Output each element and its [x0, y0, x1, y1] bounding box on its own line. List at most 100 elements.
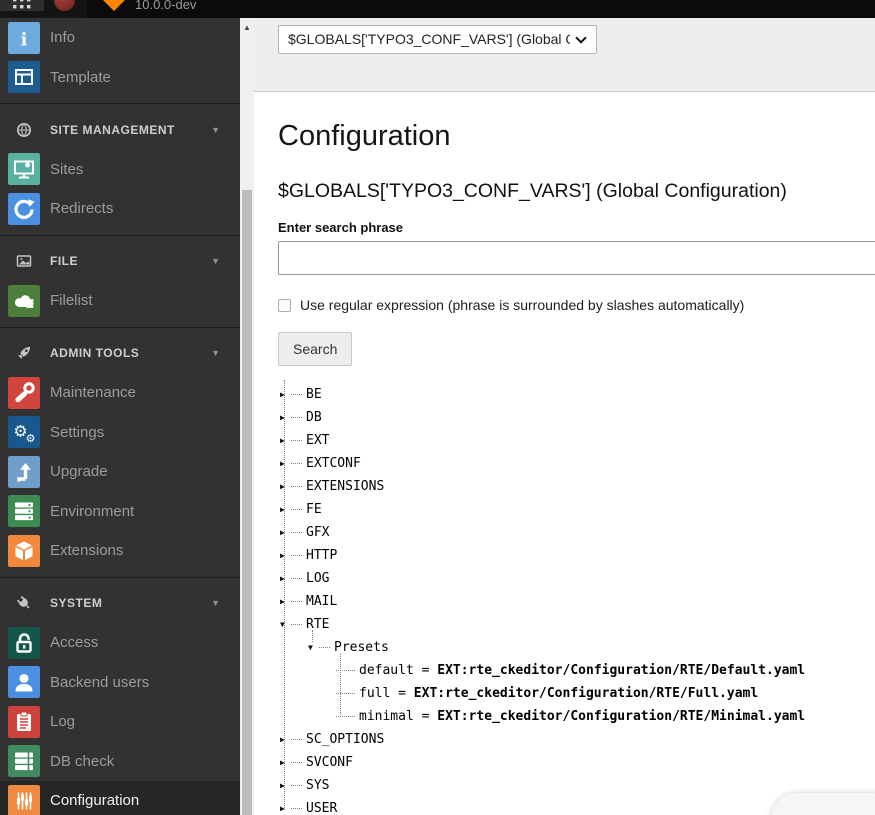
sliders-icon — [8, 785, 40, 815]
tree-node-label: LOG — [306, 571, 329, 586]
configuration-section-dropdown[interactable]: $GLOBALS['TYPO3_CONF_VARS'] (Global Conf… — [278, 25, 597, 54]
section-caret-icon[interactable]: ▼ — [211, 125, 220, 135]
plug-icon — [16, 595, 32, 611]
scrollbar-thumb[interactable] — [242, 190, 252, 815]
search-phrase-label: Enter search phrase — [278, 220, 875, 235]
tree-node-label: MAIL — [306, 594, 337, 609]
floating-button[interactable] — [771, 793, 875, 815]
regex-checkbox[interactable] — [278, 299, 291, 312]
sidebar-item-label: Info — [50, 29, 75, 46]
image-icon — [16, 253, 32, 269]
sidebar-item-info[interactable]: i Info — [0, 18, 240, 58]
tree-node-minimal: minimal = EXT:rte_ckeditor/Configuration… — [278, 705, 875, 728]
tree-expand-icon[interactable]: ▶ — [280, 482, 291, 491]
sidebar-item-filelist[interactable]: Filelist — [0, 281, 240, 321]
tree-expand-icon[interactable]: ▶ — [280, 574, 291, 583]
tree-node-gfx: ▶GFX — [278, 521, 875, 544]
tree-expand-icon[interactable]: ▶ — [280, 551, 291, 560]
tree-node-label: FE — [306, 502, 322, 517]
sidebar-item-label: Redirects — [50, 200, 113, 217]
tree-expand-icon[interactable]: ▶ — [280, 528, 291, 537]
tree-node-label: USER — [306, 801, 337, 815]
tree-line — [312, 630, 313, 642]
configuration-tree: ▶BE▶DB▶EXT▶EXTCONF▶EXTENSIONS▶FE▶GFX▶HTT… — [278, 383, 875, 815]
sidebar-item-settings[interactable]: ⚙⚙Settings — [0, 413, 240, 453]
dropdown-value: $GLOBALS['TYPO3_CONF_VARS'] (Global Conf… — [288, 26, 570, 53]
sidebar-section-file[interactable]: FILE▼ — [0, 242, 240, 282]
cube-icon — [8, 535, 40, 567]
sidebar-group: i Info Template — [0, 18, 240, 97]
tree-connector — [291, 728, 302, 740]
gears-icon: ⚙⚙ — [8, 416, 40, 448]
tree-expand-icon[interactable]: ▶ — [280, 459, 291, 468]
sidebar-item-label: Template — [50, 69, 111, 86]
sidebar-item-extensions[interactable]: Extensions — [0, 531, 240, 571]
sidebar-item-template[interactable]: Template — [0, 58, 240, 98]
search-button[interactable]: Search — [278, 332, 352, 366]
tree-expand-icon[interactable]: ▶ — [280, 758, 291, 767]
tree-expand-icon[interactable]: ▶ — [280, 505, 291, 514]
tree-node-be: ▶BE — [278, 383, 875, 406]
redirect-icon — [8, 193, 40, 225]
sidebar-group: SITE MANAGEMENT▼Sites Redirects — [0, 103, 240, 229]
svg-text:i: i — [21, 29, 28, 50]
typo3-logo-icon — [103, 0, 125, 11]
clipboard-icon — [8, 706, 40, 738]
tree-node-full: full = EXT:rte_ckeditor/Configuration/RT… — [278, 682, 875, 705]
notification-logo-icon[interactable] — [54, 0, 75, 11]
content-scrollbar[interactable]: ▲ — [240, 18, 254, 815]
sidebar-item-upgrade[interactable]: Upgrade — [0, 452, 240, 492]
sidebar-item-configuration[interactable]: Configuration — [0, 781, 240, 815]
tree-node-label: SC_OPTIONS — [306, 732, 384, 747]
tree-connector — [291, 544, 302, 556]
version-label: 10.0.0-dev — [135, 0, 196, 11]
main-content: Configuration $GLOBALS['TYPO3_CONF_VARS'… — [254, 92, 875, 815]
search-input[interactable] — [278, 241, 875, 275]
sidebar-item-backend-users[interactable]: Backend users — [0, 663, 240, 703]
rocket-icon — [16, 345, 32, 361]
globe-icon — [16, 122, 32, 138]
tree-connector — [291, 590, 302, 602]
sidebar-section-label: SYSTEM — [50, 596, 102, 610]
scroll-up-arrow-icon[interactable]: ▲ — [240, 23, 254, 33]
tree-connector — [319, 636, 330, 648]
tree-node-presets: ▼Presets — [278, 636, 875, 659]
config-subtitle: $GLOBALS['TYPO3_CONF_VARS'] (Global Conf… — [278, 180, 875, 203]
sidebar-item-label: Environment — [50, 503, 134, 520]
sidebar-item-label: Maintenance — [50, 384, 136, 401]
sidebar-group: FILE▼Filelist — [0, 235, 240, 321]
sidebar-item-maintenance[interactable]: Maintenance — [0, 373, 240, 413]
svg-text:⚙: ⚙ — [26, 432, 36, 445]
tree-collapse-icon[interactable]: ▼ — [280, 620, 291, 629]
tree-connector — [291, 521, 302, 533]
sidebar-item-access[interactable]: Access — [0, 623, 240, 663]
server-icon — [8, 495, 40, 527]
sidebar-item-redirects[interactable]: Redirects — [0, 189, 240, 229]
tree-node-label: HTTP — [306, 548, 337, 563]
tree-node-http: ▶ HTTP — [278, 544, 875, 567]
sidebar-item-label: Configuration — [50, 792, 139, 809]
sidebar-item-log[interactable]: Log — [0, 702, 240, 742]
sidebar-item-db-check[interactable]: DB check — [0, 742, 240, 782]
tree-expand-icon[interactable]: ▶ — [280, 804, 291, 813]
section-caret-icon[interactable]: ▼ — [211, 256, 220, 266]
tree-expand-icon[interactable]: ▶ — [280, 436, 291, 445]
page-title: Configuration — [278, 119, 875, 154]
top-bar: 10.0.0-dev — [0, 0, 875, 18]
tree-expand-icon[interactable]: ▶ — [280, 413, 291, 422]
filelist-icon — [8, 285, 40, 317]
tree-collapse-icon[interactable]: ▼ — [308, 643, 319, 652]
section-caret-icon[interactable]: ▼ — [211, 348, 220, 358]
tree-expand-icon[interactable]: ▶ — [280, 390, 291, 399]
tree-expand-icon[interactable]: ▶ — [280, 781, 291, 790]
sidebar-section-site-management[interactable]: SITE MANAGEMENT▼ — [0, 110, 240, 150]
sidebar-item-environment[interactable]: Environment — [0, 492, 240, 532]
section-caret-icon[interactable]: ▼ — [211, 598, 220, 608]
sidebar-section-system[interactable]: SYSTEM ▼ — [0, 584, 240, 624]
sidebar-item-sites[interactable]: Sites — [0, 150, 240, 190]
tree-expand-icon[interactable]: ▶ — [280, 597, 291, 606]
sidebar-section-admin-tools[interactable]: ADMIN TOOLS▼ — [0, 334, 240, 374]
tree-connector — [336, 659, 355, 671]
tree-expand-icon[interactable]: ▶ — [280, 735, 291, 744]
module-menu-toggle-button[interactable] — [0, 0, 44, 11]
